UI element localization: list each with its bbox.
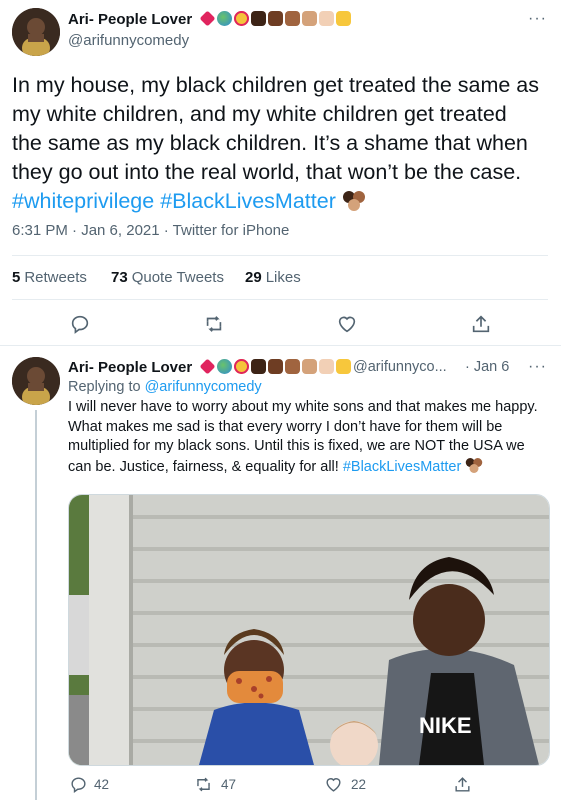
raised-fist-emoji <box>302 359 318 374</box>
hashtag-blacklivesmatter[interactable]: #BlackLivesMatter <box>160 189 336 213</box>
reply-reply-icon[interactable] <box>69 775 88 794</box>
retweets-stat[interactable]: 5 Retweets <box>12 269 87 286</box>
share-icon[interactable] <box>470 313 492 335</box>
reply-like-count: 22 <box>351 777 367 792</box>
raised-fist-emoji <box>336 11 352 26</box>
tweet-body: In my house, my black children get treat… <box>12 73 540 184</box>
handle[interactable]: @arifunnycomedy <box>68 32 189 49</box>
likes-label: Likes <box>265 269 301 286</box>
fists-emoji <box>342 190 366 212</box>
reply-retweet-icon[interactable] <box>194 775 213 794</box>
likes-stat[interactable]: 29 Likes <box>245 269 301 286</box>
raised-fist-emoji <box>319 11 335 26</box>
replying-to-handle[interactable]: @arifunnycomedy <box>145 379 262 395</box>
heart-emoji <box>199 10 216 27</box>
likes-count: 29 <box>245 269 262 286</box>
reply-name-emojis <box>199 358 352 375</box>
raised-fist-emoji <box>251 359 267 374</box>
reply-handle[interactable]: @arifunnyco... <box>353 359 447 375</box>
reply-fists-emoji <box>465 457 483 474</box>
raised-fist-emoji <box>251 11 267 26</box>
divider <box>0 345 561 346</box>
replying-to: Replying to @arifunnycomedy <box>68 379 262 395</box>
reply-hashtag-blacklivesmatter[interactable]: #BlackLivesMatter <box>343 459 461 475</box>
globe-emoji <box>217 359 233 374</box>
heart-emoji <box>199 358 216 375</box>
hearts-face-emoji <box>234 11 250 26</box>
reply-icon[interactable] <box>69 313 91 335</box>
photo-image: NIKE <box>69 495 549 765</box>
raised-fist-emoji <box>285 11 301 26</box>
reply-retweet-count: 47 <box>221 777 237 792</box>
reply-date[interactable]: · Jan 6 <box>465 359 509 375</box>
reply-display-name[interactable]: Ari- People Lover <box>68 358 352 376</box>
quotes-count: 73 <box>111 269 128 286</box>
retweets-count: 5 <box>12 269 21 286</box>
reply-reply-count: 42 <box>94 777 110 792</box>
quotes-label: Quote Tweets <box>131 269 224 286</box>
retweet-icon[interactable] <box>203 313 225 335</box>
raised-fist-emoji <box>268 11 284 26</box>
quote-tweets-stat[interactable]: 73 Quote Tweets <box>111 269 224 286</box>
reply-avatar[interactable] <box>12 357 60 405</box>
divider <box>12 255 548 256</box>
reply-share-icon[interactable] <box>453 775 472 794</box>
like-icon[interactable] <box>336 313 358 335</box>
reply-more-icon[interactable]: ··· <box>528 358 547 376</box>
display-name-text: Ari- People Lover <box>68 11 193 28</box>
hashtag-whiteprivilege[interactable]: #whiteprivilege <box>12 189 154 213</box>
reply-display-name-text: Ari- People Lover <box>68 359 193 376</box>
reply-like-icon[interactable] <box>324 775 343 794</box>
raised-fist-emoji <box>268 359 284 374</box>
replying-to-label: Replying to <box>68 379 145 395</box>
raised-fist-emoji <box>302 11 318 26</box>
tweet-timestamp[interactable]: 6:31 PM · Jan 6, 2021 · Twitter for iPho… <box>12 222 289 239</box>
display-name[interactable]: Ari- People Lover <box>68 10 352 28</box>
raised-fist-emoji <box>319 359 335 374</box>
reply-text: I will never have to worry about my whit… <box>68 398 548 477</box>
more-icon[interactable]: ··· <box>528 10 547 28</box>
hearts-face-emoji <box>234 359 250 374</box>
thread-line <box>35 410 37 800</box>
avatar[interactable] <box>12 8 60 56</box>
tweet-text: In my house, my black children get treat… <box>12 71 542 216</box>
raised-fist-emoji <box>285 359 301 374</box>
retweets-label: Retweets <box>24 269 87 286</box>
raised-fist-emoji <box>336 359 352 374</box>
globe-emoji <box>217 11 233 26</box>
divider <box>12 299 548 300</box>
shirt-text: NIKE <box>419 713 472 738</box>
name-emojis <box>199 10 352 27</box>
tweet-photo[interactable]: NIKE <box>68 494 550 766</box>
